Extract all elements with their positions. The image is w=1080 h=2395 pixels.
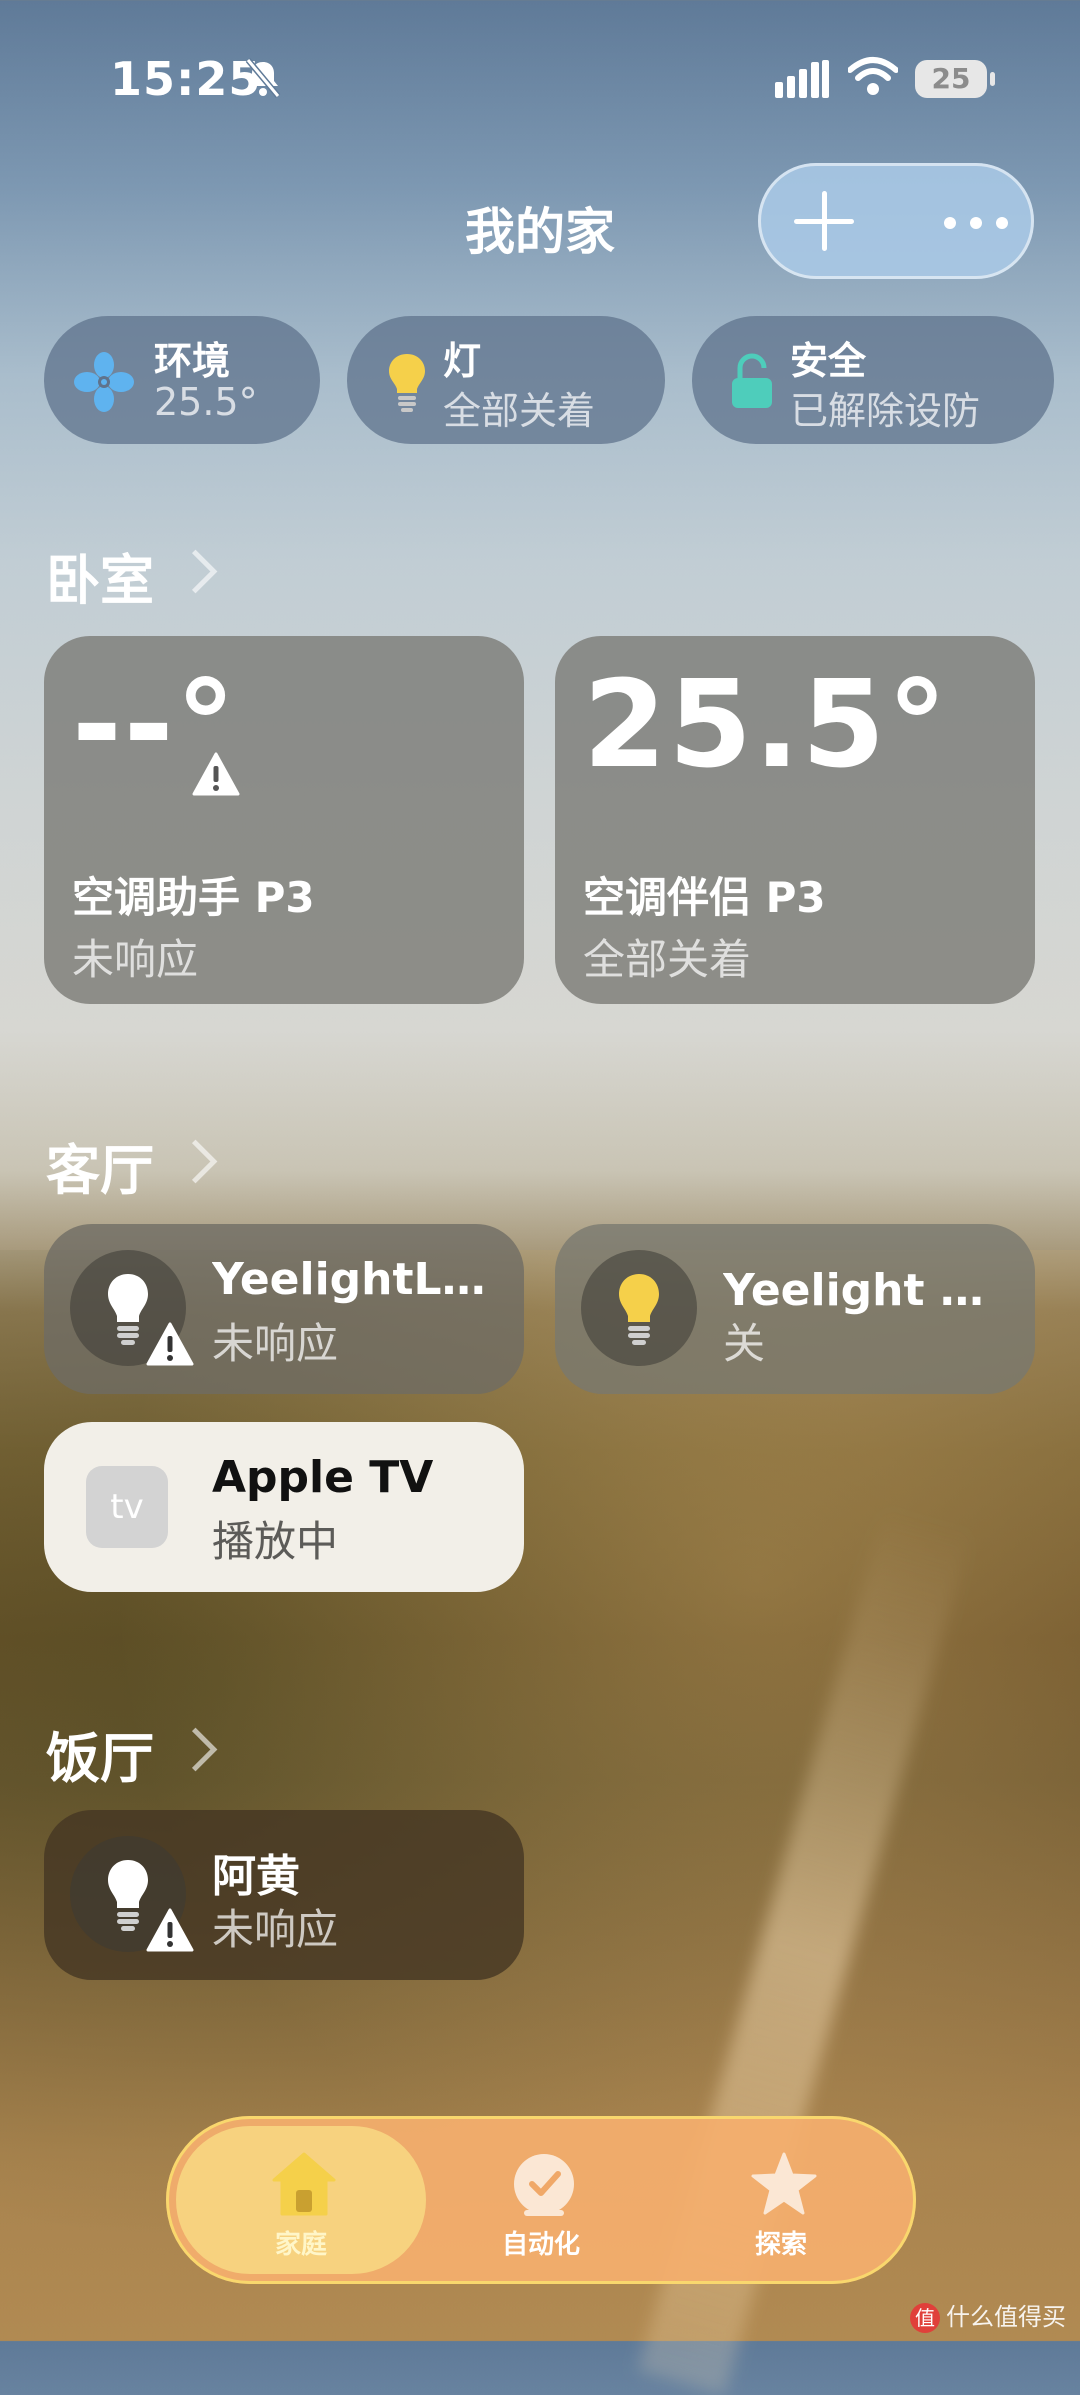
climate-device-state: 未响应 [72, 935, 199, 984]
wifi-icon [848, 57, 898, 95]
watermark-logo: 值 [910, 2303, 940, 2333]
silent-bell-icon [245, 58, 281, 98]
summary-security-value: 已解除设防 [790, 389, 981, 433]
star-icon [751, 2152, 817, 2215]
warning-icon [146, 1322, 194, 1366]
summary-lights-title: 灯 [443, 339, 482, 383]
tab-automation[interactable]: 自动化 [416, 2126, 666, 2274]
device-state: 未响应 [212, 1319, 339, 1368]
tab-bar: 家庭 自动化 探索 [166, 2116, 916, 2284]
summary-climate[interactable]: 环境 25.5° [44, 316, 320, 444]
home-icon [272, 2152, 336, 2216]
device-name: Yeelight 氛… [723, 1265, 1013, 1316]
device-name: Apple TV [212, 1452, 434, 1503]
device-state: 播放中 [212, 1517, 339, 1566]
tab-label: 探索 [754, 2230, 807, 2260]
device-tile-yeelight-ambient[interactable]: Yeelight 氛… 关 [555, 1224, 1035, 1394]
bulb-icon [619, 1274, 659, 1345]
more-options-button[interactable] [942, 203, 1012, 239]
clock-icon [514, 2154, 574, 2216]
watermark-text: 什么值得买 [946, 2303, 1066, 2331]
tab-label: 家庭 [274, 2230, 327, 2260]
bulb-icon [108, 1274, 148, 1345]
device-tile-apple-tv[interactable]: tv Apple TV 播放中 [44, 1422, 524, 1592]
chevron-right-icon[interactable] [173, 1139, 218, 1184]
device-state: 未响应 [212, 1905, 339, 1954]
climate-device-name: 空调助手 P3 [72, 873, 315, 922]
tab-label: 自动化 [501, 2230, 580, 2260]
device-icon-container [581, 1250, 697, 1366]
apple-tv-icon: tv [86, 1466, 168, 1548]
chevron-right-icon[interactable] [173, 1727, 218, 1772]
lock-icon [732, 353, 772, 408]
apple-tv-icon-text: tv [110, 1487, 144, 1527]
device-name: 阿黄 [212, 1851, 300, 1902]
device-icon-container [70, 1250, 194, 1366]
device-tile-ahuang[interactable]: 阿黄 未响应 [44, 1810, 524, 1980]
section-title-dining-room[interactable]: 饭厅 [46, 1714, 154, 1793]
device-state: 关 [723, 1319, 766, 1368]
watermark: 值什么值得买 [910, 2297, 1066, 2333]
warning-icon [146, 1908, 194, 1952]
climate-temperature: 25.5° [583, 656, 950, 795]
summary-lights-value: 全部关着 [443, 389, 596, 433]
section-title-living-room[interactable]: 客厅 [46, 1126, 154, 1205]
header-actions [758, 163, 1034, 279]
climate-device-name: 空调伴侣 P3 [583, 873, 826, 922]
summary-climate-title: 环境 [154, 339, 231, 383]
device-name: YeelightLE… [212, 1254, 502, 1305]
summary-lights[interactable]: 灯 全部关着 [347, 316, 665, 444]
battery-indicator: 25 [915, 60, 995, 98]
fan-icon [74, 352, 134, 412]
section-title-bedroom[interactable]: 卧室 [46, 536, 154, 615]
summary-security-title: 安全 [790, 339, 867, 383]
tab-discover[interactable]: 探索 [656, 2126, 906, 2274]
climate-tile-assistant[interactable]: --° 空调助手 P3 未响应 [44, 636, 524, 1004]
device-tile-yeelight-led[interactable]: YeelightLE… 未响应 [44, 1224, 524, 1394]
climate-tile-companion[interactable]: 25.5° 空调伴侣 P3 全部关着 [555, 636, 1035, 1004]
climate-device-state: 全部关着 [583, 935, 752, 984]
battery-level: 25 [931, 62, 971, 95]
add-button[interactable] [790, 187, 858, 255]
bulb-icon [389, 354, 425, 412]
summary-security[interactable]: 安全 已解除设防 [692, 316, 1054, 444]
cellular-signal-icon [775, 60, 829, 98]
bulb-icon [108, 1860, 148, 1931]
status-time: 15:25 [110, 52, 262, 106]
summary-climate-value: 25.5° [154, 380, 258, 424]
tab-home[interactable]: 家庭 [176, 2126, 426, 2274]
device-icon-container [70, 1836, 194, 1952]
chevron-right-icon[interactable] [173, 549, 218, 594]
warning-icon [192, 752, 240, 796]
